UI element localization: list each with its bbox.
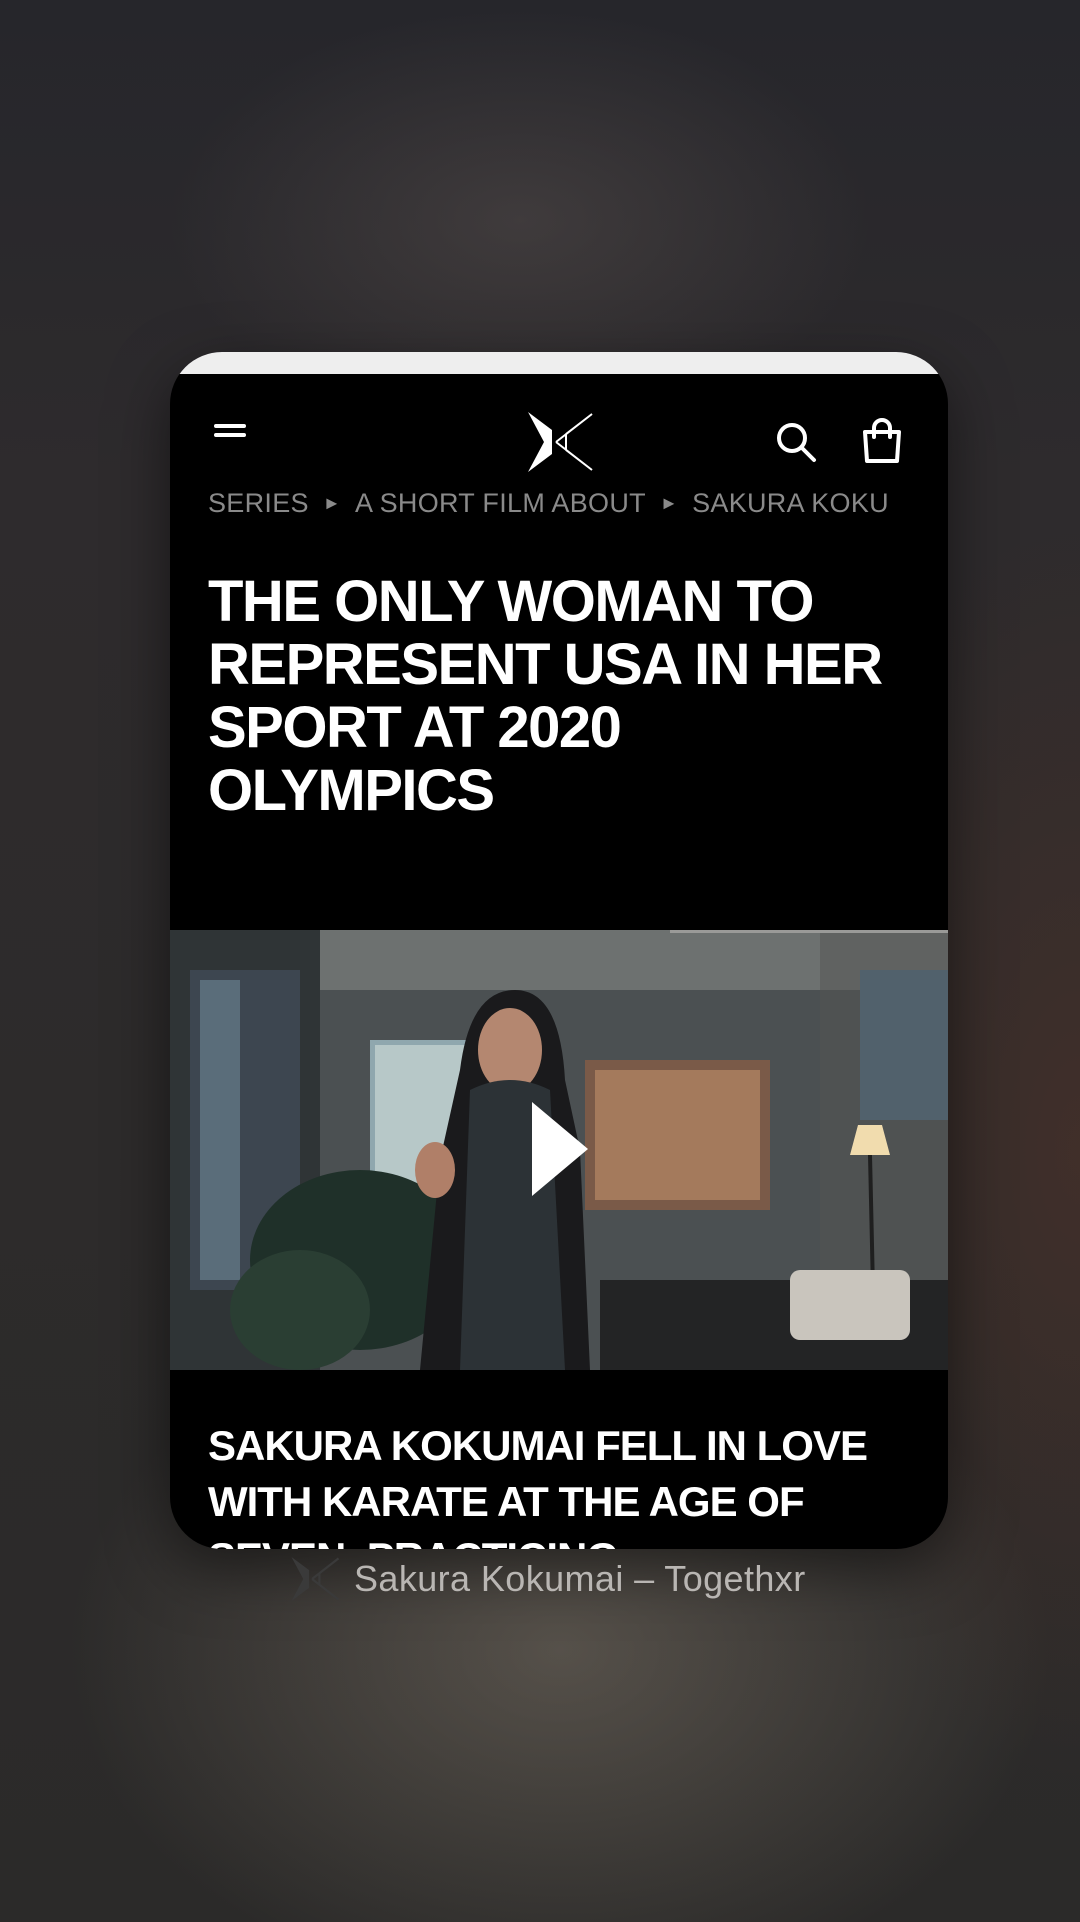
hamburger-menu-icon[interactable] bbox=[214, 424, 246, 440]
video-player[interactable] bbox=[170, 930, 948, 1370]
shopping-bag-icon[interactable] bbox=[860, 418, 904, 464]
breadcrumb-item-current: SAKURA KOKU bbox=[692, 488, 889, 518]
breadcrumb-item-short-film[interactable]: A SHORT FILM ABOUT bbox=[355, 488, 646, 518]
app-preview-card[interactable]: SERIES ► A SHORT FILM ABOUT ► SAKURA KOKU TH… bbox=[170, 352, 948, 1549]
search-icon[interactable] bbox=[774, 420, 818, 464]
togethxr-logo[interactable] bbox=[526, 408, 594, 476]
breadcrumb-separator: ► bbox=[322, 493, 341, 513]
status-strip bbox=[170, 352, 948, 374]
breadcrumb-item-series[interactable]: SERIES bbox=[208, 488, 309, 518]
page-title: THE ONLY WOMAN TO REPRESENT USA IN HER S… bbox=[208, 569, 883, 823]
breadcrumb-separator: ► bbox=[659, 493, 679, 513]
togethxr-logo-icon bbox=[291, 1556, 340, 1602]
site-header bbox=[170, 374, 948, 472]
app-switcher-title: Sakura Kokumai – Togethxr bbox=[354, 1558, 806, 1599]
app-switcher-caption: Sakura Kokumai – Togethxr bbox=[290, 1554, 806, 1604]
article-intro: SAKURA KOKUMAI FELL IN LOVE WITH KARATE … bbox=[208, 1422, 868, 1549]
breadcrumb: SERIES ► A SHORT FILM ABOUT ► SAKURA KOKU bbox=[208, 488, 948, 519]
play-icon[interactable] bbox=[532, 1102, 588, 1196]
